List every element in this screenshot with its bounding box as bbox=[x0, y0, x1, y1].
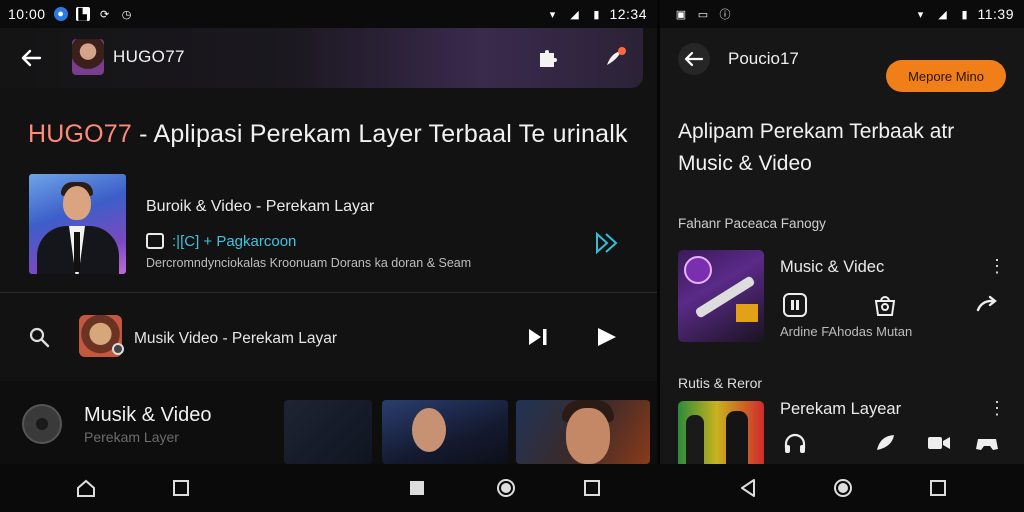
page-title: HUGO77 bbox=[113, 47, 185, 66]
more-info-button[interactable]: Mepore Mino bbox=[886, 60, 1006, 92]
strip-title[interactable]: Musik & Video bbox=[84, 404, 211, 427]
battery-icon: ▮ bbox=[961, 8, 968, 21]
recents-icon[interactable] bbox=[580, 476, 604, 500]
skip-next-icon[interactable] bbox=[526, 326, 550, 348]
right-panel: Poucio17 Mepore Mino Aplipam Perekam Ter… bbox=[660, 28, 1024, 464]
battery-icon: ▮ bbox=[593, 8, 600, 21]
top-app-bar: HUGO77 bbox=[0, 28, 643, 88]
pause-icon[interactable] bbox=[782, 292, 808, 318]
sync-icon: ⟳ bbox=[99, 8, 110, 21]
featured-description: Dercromndynciokalas Kroonuam Dorans ka d… bbox=[146, 256, 472, 270]
item-title[interactable]: Music & Videc bbox=[780, 258, 884, 277]
item-title[interactable]: Perekam Layear bbox=[780, 400, 901, 419]
channel-badge-icon bbox=[146, 233, 164, 249]
notification-bell-icon[interactable] bbox=[602, 45, 628, 71]
strip-thumbnail[interactable] bbox=[284, 400, 372, 464]
system-nav-bar bbox=[0, 464, 1024, 512]
forward-icon[interactable] bbox=[594, 230, 620, 256]
headline: HUGO77 - Aplipasi Perekam Layer Terbaal … bbox=[28, 120, 628, 149]
headline-brand: HUGO77 bbox=[28, 120, 133, 148]
left-panel: HUGO77 HUGO77 - Aplipasi Perekam Layer T… bbox=[0, 28, 657, 464]
channel-label: :|[C] + Pagkarcoon bbox=[172, 233, 297, 250]
status-bar-left: 10:00 ● ▙ ⟳ ◷ ▾ ◢ ▮ 12:34 bbox=[0, 0, 657, 28]
puzzle-icon[interactable] bbox=[536, 45, 562, 71]
headline-line: Aplipam Perekam Terbaak atr bbox=[678, 120, 955, 143]
alarm-icon: ◷ bbox=[121, 8, 132, 21]
video-thumbnail[interactable] bbox=[79, 315, 124, 357]
status-time: 10:00 bbox=[8, 6, 46, 22]
headphones-icon[interactable] bbox=[782, 430, 808, 456]
stop-icon[interactable] bbox=[405, 476, 429, 500]
bag-icon[interactable] bbox=[872, 292, 898, 318]
featured-channel[interactable]: :|[C] + Pagkarcoon bbox=[146, 233, 296, 250]
messenger-icon: ● bbox=[53, 7, 68, 21]
album-thumbnail[interactable] bbox=[678, 250, 764, 342]
strip-thumbnail[interactable] bbox=[382, 400, 508, 464]
share-icon[interactable] bbox=[974, 292, 1000, 318]
headline-text: - Aplipasi Perekam Layer Terbaal Te urin… bbox=[132, 120, 628, 148]
section-heading: Rutis & Reror bbox=[678, 375, 763, 391]
play-icon[interactable] bbox=[594, 325, 618, 349]
disc-icon bbox=[22, 404, 62, 444]
featured-thumbnail[interactable] bbox=[29, 174, 126, 274]
gamepad-icon[interactable] bbox=[974, 430, 1000, 456]
more-options-icon[interactable]: ⋮ bbox=[988, 256, 1006, 277]
back-arrow-icon[interactable] bbox=[678, 43, 710, 75]
status-time-right: 12:34 bbox=[609, 6, 647, 22]
page-title: Poucio17 bbox=[728, 49, 799, 68]
featured-title[interactable]: Buroik & Video - Perekam Layar bbox=[146, 198, 374, 216]
back-arrow-icon[interactable] bbox=[18, 46, 46, 70]
chat-bubble-icon[interactable] bbox=[872, 430, 898, 456]
home-icon[interactable] bbox=[494, 476, 518, 500]
more-options-icon[interactable]: ⋮ bbox=[988, 398, 1006, 419]
now-playing-title[interactable]: Musik Video - Perekam Layar bbox=[134, 330, 337, 348]
section-heading: Fahanr Paceaca Fanogy bbox=[678, 216, 826, 231]
strip-subtitle: Perekam Layer bbox=[84, 429, 179, 445]
signal-icon: ◢ bbox=[570, 8, 579, 21]
photo-icon: ▙ bbox=[75, 7, 90, 21]
video-camera-icon[interactable] bbox=[926, 430, 952, 456]
chat-icon: ▭ bbox=[697, 8, 709, 21]
headline-line: Music & Video bbox=[678, 152, 812, 175]
recents-icon[interactable] bbox=[169, 476, 193, 500]
divider bbox=[0, 292, 657, 293]
recents-icon[interactable] bbox=[926, 476, 950, 500]
item-actions-label: Ardine FAhodas Mutan bbox=[780, 324, 913, 339]
album-thumbnail[interactable] bbox=[678, 401, 764, 464]
headline: Aplipam Perekam Terbaak atr Music & Vide… bbox=[678, 116, 1008, 180]
search-icon[interactable] bbox=[28, 326, 50, 348]
status-bar-right: ▣ ▭ ⓘ ▾ ◢ ▮ 11:39 bbox=[660, 0, 1024, 28]
wifi-icon: ▾ bbox=[917, 8, 924, 21]
home-outline-icon[interactable] bbox=[74, 476, 98, 500]
wifi-icon: ▾ bbox=[549, 8, 556, 21]
home-icon[interactable] bbox=[831, 476, 855, 500]
signal-icon: ◢ bbox=[938, 8, 947, 21]
info-icon: ⓘ bbox=[719, 9, 731, 21]
status-time: 11:39 bbox=[977, 6, 1014, 22]
avatar[interactable] bbox=[72, 39, 104, 75]
back-icon[interactable] bbox=[737, 476, 761, 500]
image-icon: ▣ bbox=[675, 8, 687, 21]
strip-thumbnail[interactable] bbox=[516, 400, 650, 464]
